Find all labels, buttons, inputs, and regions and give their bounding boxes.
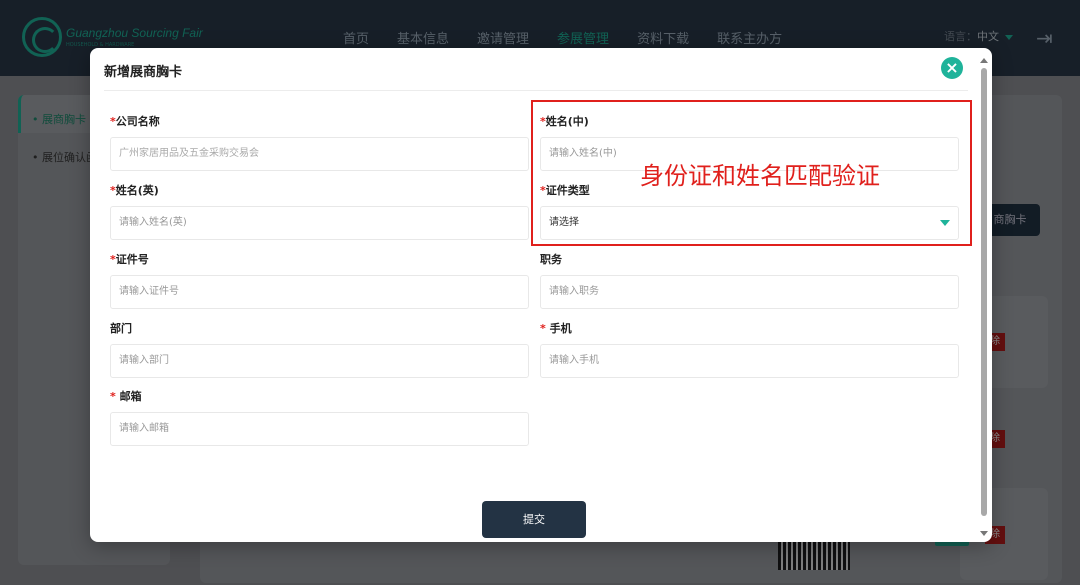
id-number-field: *证件号 请输入证件号 [110,251,529,309]
add-badge-modal: 新增展商胸卡 × *公司名称 广州家居用品及五金采购交易会 *姓名(中) 请输入… [90,48,992,542]
close-icon[interactable]: × [941,57,963,79]
company-input[interactable]: 广州家居用品及五金采购交易会 [110,137,529,171]
mobile-field: * 手机 请输入手机 [540,320,959,378]
position-input[interactable]: 请输入职务 [540,275,959,309]
name-en-field: *姓名(英) 请输入姓名(英) [110,182,529,240]
position-field: 职务 请输入职务 [540,251,959,309]
name-en-label: *姓名(英) [110,184,159,197]
company-label: *公司名称 [110,115,160,128]
id-number-input[interactable]: 请输入证件号 [110,275,529,309]
id-number-label: *证件号 [110,253,149,266]
mobile-input[interactable]: 请输入手机 [540,344,959,378]
modal-scrollbar[interactable] [980,58,988,538]
submit-button[interactable]: 提交 [482,501,586,538]
mobile-label: * 手机 [540,322,572,335]
email-field: * 邮箱 请输入邮箱 [110,388,529,446]
scroll-up-icon[interactable] [980,58,988,63]
email-label: * 邮箱 [110,390,142,403]
modal-title: 新增展商胸卡 [104,65,183,80]
scroll-down-icon[interactable] [980,531,988,536]
scrollbar-thumb[interactable] [981,68,987,516]
department-input[interactable]: 请输入部门 [110,344,529,378]
department-field: 部门 请输入部门 [110,320,529,378]
email-input[interactable]: 请输入邮箱 [110,412,529,446]
divider [104,90,968,91]
department-label: 部门 [110,322,132,335]
company-field: *公司名称 广州家居用品及五金采购交易会 [110,113,529,171]
name-en-input[interactable]: 请输入姓名(英) [110,206,529,240]
position-label: 职务 [540,253,562,266]
annotation-text: 身份证和姓名匹配验证 [640,162,880,190]
